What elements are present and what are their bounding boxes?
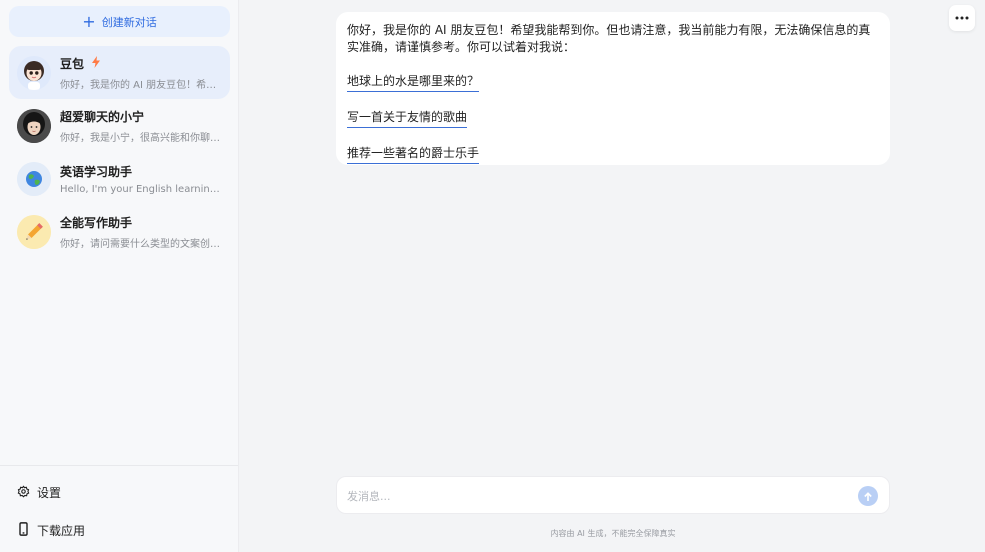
gear-icon bbox=[17, 484, 37, 501]
sidebar: + 创建新对话 豆包 你好，我是你的 AI 朋友豆包！希望… 超爱聊天的小宁 你… bbox=[0, 0, 239, 552]
conversation-list: 豆包 你好，我是你的 AI 朋友豆包！希望… 超爱聊天的小宁 你好，我是小宁，很… bbox=[9, 46, 230, 258]
plus-icon: + bbox=[82, 11, 96, 31]
assistant-message: 你好，我是你的 AI 朋友豆包！希望我能帮到你。但也请注意，我当前能力有限，无法… bbox=[336, 12, 890, 165]
more-icon[interactable] bbox=[949, 5, 975, 31]
avatar bbox=[17, 108, 51, 143]
suggestion-link[interactable]: 推荐一些著名的爵士乐手 bbox=[347, 145, 480, 164]
conversation-item-xiaoning[interactable]: 超爱聊天的小宁 你好，我是小宁，很高兴能和你聊… bbox=[9, 99, 230, 152]
globe-icon bbox=[17, 161, 51, 196]
conversation-item-doubao[interactable]: 豆包 你好，我是你的 AI 朋友豆包！希望… bbox=[9, 46, 230, 99]
download-label: 下载应用 bbox=[37, 524, 86, 538]
lightning-icon bbox=[92, 55, 101, 71]
pencil-icon bbox=[17, 214, 51, 249]
suggestion-link[interactable]: 写一首关于友情的歌曲 bbox=[347, 109, 468, 128]
sidebar-divider bbox=[0, 465, 238, 466]
conversation-item-english-assistant[interactable]: 英语学习助手 Hello, I'm your English learning … bbox=[9, 152, 230, 205]
conversation-preview: 你好，我是你的 AI 朋友豆包！希望… bbox=[60, 79, 222, 91]
chat-main: 你好，我是你的 AI 朋友豆包！希望我能帮到你。但也请注意，我当前能力有限，无法… bbox=[239, 0, 985, 552]
avatar bbox=[17, 55, 51, 90]
suggestion-link[interactable]: 地球上的水是哪里来的？ bbox=[347, 73, 480, 92]
settings-button[interactable]: 设置 bbox=[17, 484, 61, 501]
conversation-preview: Hello, I'm your English learning ass… bbox=[60, 183, 222, 195]
download-app-button[interactable]: 下载应用 bbox=[17, 522, 85, 539]
phone-icon bbox=[17, 522, 37, 539]
conversation-title: 超爱聊天的小宁 bbox=[60, 109, 145, 124]
message-input[interactable] bbox=[347, 486, 847, 506]
conversation-preview: 你好，我是小宁，很高兴能和你聊… bbox=[60, 132, 220, 144]
new-chat-label: 创建新对话 bbox=[101, 15, 157, 29]
conversation-title: 英语学习助手 bbox=[60, 164, 133, 179]
conversation-item-writing-assistant[interactable]: 全能写作助手 你好，请问需要什么类型的文案创… bbox=[9, 205, 230, 258]
conversation-title: 豆包 bbox=[60, 56, 85, 71]
settings-label: 设置 bbox=[37, 486, 62, 500]
arrow-up-icon bbox=[863, 487, 873, 506]
message-text: 你好，我是你的 AI 朋友豆包！希望我能帮到你。但也请注意，我当前能力有限，无法… bbox=[347, 23, 871, 54]
ai-disclaimer: 内容由 AI 生成，不能完全保障真实 bbox=[550, 529, 676, 538]
conversation-title: 全能写作助手 bbox=[60, 215, 133, 230]
send-button[interactable] bbox=[858, 486, 878, 506]
conversation-preview: 你好，请问需要什么类型的文案创… bbox=[60, 238, 220, 250]
new-chat-button[interactable]: + 创建新对话 bbox=[9, 6, 230, 37]
message-composer bbox=[336, 476, 890, 514]
